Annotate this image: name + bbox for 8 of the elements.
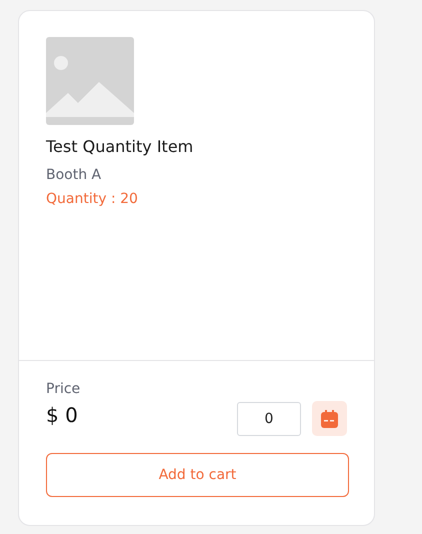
calendar-icon (321, 410, 338, 428)
booth-label: Booth A (46, 166, 102, 185)
quantity-field[interactable]: 0 (237, 402, 301, 436)
calendar-button[interactable] (312, 401, 347, 436)
price-value: $ 0 (46, 402, 79, 428)
price-label: Price (46, 380, 82, 399)
product-name: Test Quantity Item (46, 136, 194, 158)
quantity-label: Quantity : 20 (46, 190, 139, 209)
